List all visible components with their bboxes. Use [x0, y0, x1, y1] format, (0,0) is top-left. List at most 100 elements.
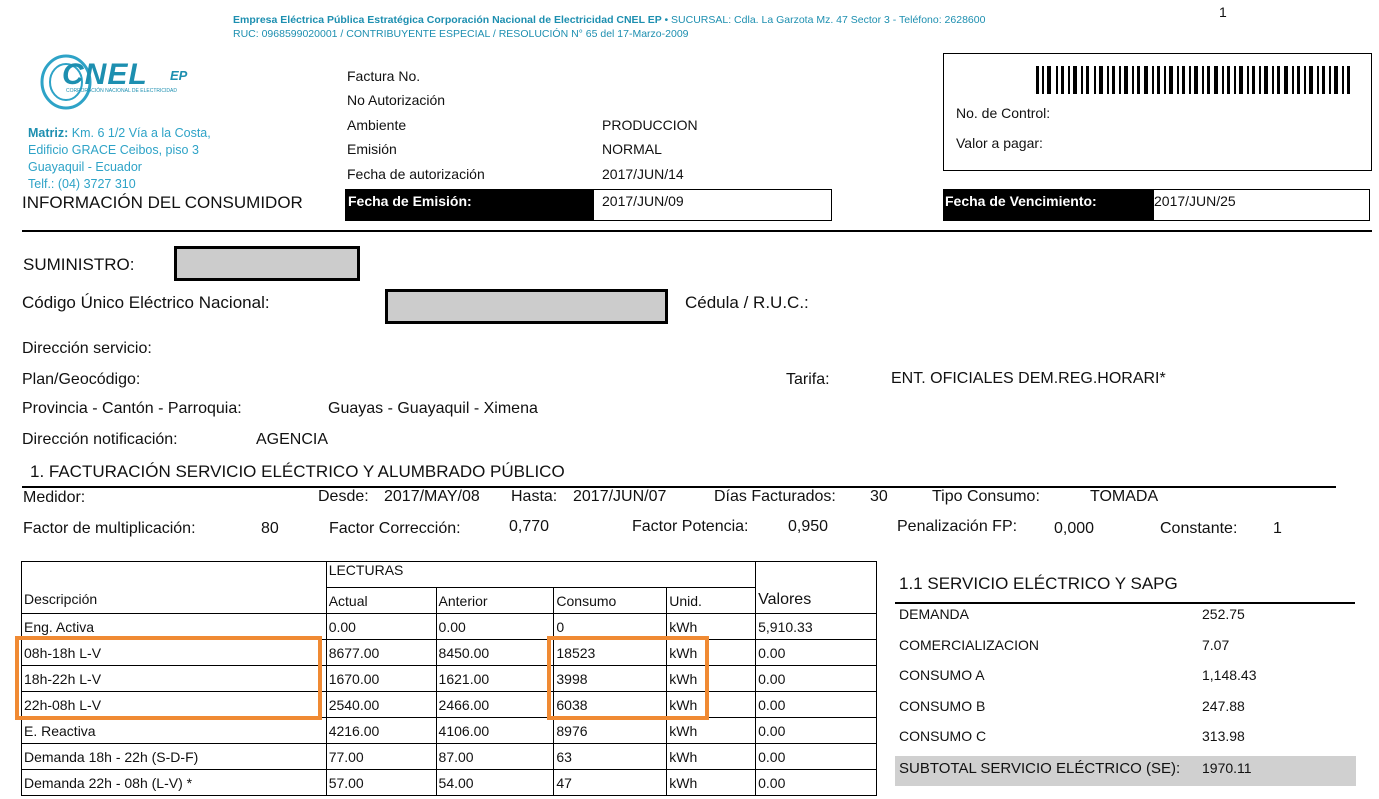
billing-section-title: 1. FACTURACIÓN SERVICIO ELÉCTRICO Y ALUM…	[30, 462, 565, 481]
header-consumo: Consumo	[553, 587, 668, 614]
sapg-subtotal-label: SUBTOTAL SERVICIO ELÉCTRICO (SE):	[899, 760, 1181, 777]
fm-value: 80	[261, 520, 279, 537]
fp-value: 0,950	[788, 518, 829, 535]
highlight-box-descripcion	[15, 636, 322, 720]
cell-anterior: 0.00	[435, 613, 555, 640]
sapg-label: CONSUMO A	[899, 667, 985, 683]
sapg-label: CONSUMO C	[899, 728, 987, 744]
logo-text: CNEL	[62, 58, 148, 91]
cell-valor: 0.00	[755, 691, 877, 718]
logo-ep: EP	[170, 68, 188, 83]
fecha-emision-box: Fecha de Emisión: 2017/JUN/09	[345, 189, 832, 221]
sapg-subtotal-row: SUBTOTAL SERVICIO ELÉCTRICO (SE): 1970.1…	[895, 756, 1356, 786]
cell-anterior: 54.00	[435, 769, 555, 796]
cell-actual: 8677.00	[325, 639, 437, 666]
fecha-emision-value: 2017/JUN/09	[602, 193, 684, 209]
table-row: Demanda 18h - 22h (S-D-F) 77.00 87.00 63…	[21, 743, 877, 770]
company-ruc: RUC: 0968599020001 / CONTRIBUYENTE ESPEC…	[233, 28, 689, 40]
header-lecturas: LECTURAS	[325, 561, 757, 588]
suministro-label: SUMINISTRO:	[23, 255, 135, 274]
control-box: No. de Control: Valor a pagar:	[943, 53, 1372, 171]
table-header-group: Descripción LECTURAS Valores	[21, 561, 877, 614]
sapg-label: COMERCIALIZACION	[899, 637, 1040, 653]
cell-actual: 1670.00	[325, 665, 437, 692]
table-row: E. Reactiva 4216.00 4106.00 8976 kWh 0.0…	[21, 717, 877, 744]
fp-label: Factor Potencia:	[632, 518, 749, 535]
control-label: No. de Control:	[956, 105, 1051, 121]
desde-value: 2017/MAY/08	[384, 488, 480, 505]
matriz-address: Matriz: Km. 6 1/2 Vía a la Costa, Edific…	[28, 125, 211, 193]
factura-label: Factura No.	[347, 68, 421, 84]
cell-unid: kWh	[666, 769, 757, 796]
cell-descripcion: Demanda 22h - 08h (L-V) *	[21, 769, 327, 796]
cell-anterior: 8450.00	[435, 639, 555, 666]
fecha-autorizacion-value: 2017/JUN/14	[602, 166, 684, 182]
sapg-label: DEMANDA	[899, 606, 970, 622]
matriz-label: Matriz:	[28, 126, 69, 140]
logo-sub: CORPORACIÓN NACIONAL DE ELECTRICIDAD	[66, 88, 177, 94]
cell-consumo: 8976	[553, 717, 668, 744]
cell-valor: 0.00	[755, 717, 877, 744]
dias-label: Días Facturados:	[714, 488, 836, 505]
direccion-label: Dirección servicio:	[22, 340, 152, 357]
provincia-label: Provincia - Cantón - Parroquia:	[22, 400, 242, 417]
cell-unid: kWh	[666, 743, 757, 770]
cell-anterior: 2466.00	[435, 691, 555, 718]
autorizacion-label: No Autorización	[347, 92, 446, 108]
divider	[22, 230, 1372, 232]
constante-label: Constante:	[1160, 520, 1238, 537]
ambiente-label: Ambiente	[347, 117, 407, 133]
sapg-value: 313.98	[1202, 728, 1245, 744]
hasta-label: Hasta:	[511, 488, 558, 505]
cell-valor: 0.00	[755, 769, 877, 796]
table-row: Demanda 22h - 08h (L-V) * 57.00 54.00 47…	[21, 769, 877, 796]
tarifa-value: ENT. OFICIALES DEM.REG.HORARI*	[891, 370, 1166, 387]
sapg-value: 1,148.43	[1202, 667, 1257, 683]
emision-label: Emisión	[347, 141, 397, 157]
header-anterior: Anterior	[435, 587, 555, 614]
cnel-logo: CNEL EP CORPORACIÓN NACIONAL DE ELECTRIC…	[38, 52, 198, 122]
cell-consumo: 63	[553, 743, 668, 770]
medidor-label: Medidor:	[23, 489, 86, 506]
page-number: 1	[1219, 4, 1227, 20]
company-name-line: Empresa Eléctrica Pública Estratégica Co…	[233, 14, 985, 26]
fc-label: Factor Corrección:	[329, 520, 461, 537]
fecha-vencimiento-value: 2017/JUN/25	[1154, 193, 1236, 209]
notificacion-value: AGENCIA	[256, 431, 329, 448]
barcode	[1036, 66, 1350, 94]
tipo-value: TOMADA	[1090, 488, 1159, 505]
cell-actual: 77.00	[325, 743, 437, 770]
emision-value: NORMAL	[602, 141, 662, 157]
tipo-label: Tipo Consumo:	[932, 488, 1040, 505]
tarifa-label: Tarifa:	[786, 371, 830, 388]
consumer-section-title: INFORMACIÓN DEL CONSUMIDOR	[22, 193, 303, 212]
cell-actual: 57.00	[325, 769, 437, 796]
fecha-vencimiento-box: Fecha de Vencimiento: 2017/JUN/25	[943, 189, 1370, 221]
fecha-emision-label: Fecha de Emisión:	[346, 190, 594, 220]
hasta-value: 2017/JUN/07	[573, 488, 667, 505]
header-unid: Unid.	[666, 587, 757, 614]
cell-actual: 2540.00	[325, 691, 437, 718]
penalizacion-label: Penalización FP:	[897, 518, 1018, 535]
divider	[895, 602, 1355, 604]
sapg-label: CONSUMO B	[899, 698, 986, 714]
codigo-label: Código Único Eléctrico Nacional:	[22, 293, 270, 312]
cell-anterior: 87.00	[435, 743, 555, 770]
header-valores: Valores	[755, 561, 877, 614]
cell-actual: 4216.00	[325, 717, 437, 744]
cell-valor: 0.00	[755, 665, 877, 692]
cell-anterior: 1621.00	[435, 665, 555, 692]
company-name: Empresa Eléctrica Pública Estratégica Co…	[233, 14, 662, 26]
fm-label: Factor de multiplicación:	[23, 520, 196, 537]
cell-unid: kWh	[666, 717, 757, 744]
codigo-redacted	[385, 289, 668, 324]
cedula-label: Cédula / R.U.C.:	[685, 293, 809, 312]
constante-value: 1	[1273, 520, 1282, 537]
ambiente-value: PRODUCCION	[602, 117, 698, 133]
penalizacion-value: 0,000	[1054, 520, 1095, 537]
cell-descripcion: E. Reactiva	[21, 717, 327, 744]
fecha-autorizacion-label: Fecha de autorización	[347, 166, 485, 182]
dias-value: 30	[870, 488, 888, 505]
highlight-box-consumo	[547, 636, 709, 720]
sapg-title: 1.1 SERVICIO ELÉCTRICO Y SAPG	[899, 574, 1178, 593]
